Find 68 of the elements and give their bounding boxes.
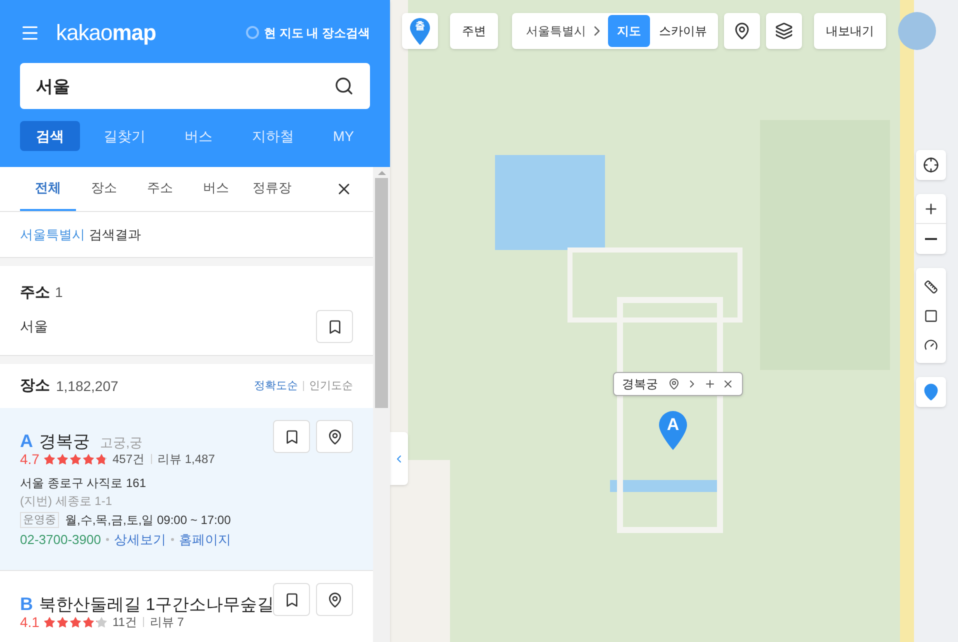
scrollbar-thumb[interactable]	[375, 178, 388, 408]
section-title: 주소	[20, 283, 50, 303]
section-title: 장소	[20, 376, 50, 396]
locate-button[interactable]	[916, 150, 946, 180]
locate-icon	[923, 157, 939, 173]
scrollbar[interactable]	[373, 167, 390, 642]
result-label: 검색결과	[89, 226, 141, 244]
bookmark-icon	[284, 592, 300, 608]
add-place-button[interactable]	[916, 377, 946, 407]
filter-tab[interactable]: 전체	[20, 167, 76, 211]
plus-icon	[923, 200, 939, 216]
section-count: 1,182,207	[56, 376, 118, 396]
roadview-button[interactable]	[724, 13, 760, 49]
pin-icon	[733, 22, 751, 40]
sort-option[interactable]: 정확도순	[254, 378, 298, 394]
place-marker: A	[20, 430, 33, 453]
main-tab[interactable]: 검색	[20, 121, 80, 151]
layers-button[interactable]	[766, 13, 802, 49]
search-icon[interactable]	[334, 76, 354, 96]
place-link[interactable]: 홈페이지	[178, 530, 231, 550]
place-category: 고궁,궁	[100, 434, 143, 452]
bookmark-icon	[284, 428, 300, 444]
ruler-icon	[924, 280, 938, 294]
place-item[interactable]: B 북한산둘레길 1구간소나무숲길 4.1 11건 리뷰 7	[0, 571, 373, 642]
rating-score: 4.1	[20, 613, 40, 632]
place-link[interactable]: 상세보기	[114, 530, 166, 550]
nearby-button[interactable]: 주변	[450, 13, 498, 49]
layers-icon	[775, 22, 793, 40]
section-count: 1	[55, 283, 63, 302]
square-icon	[924, 308, 938, 322]
gauge-icon	[924, 338, 938, 352]
minus-icon	[925, 238, 937, 240]
pin-icon	[922, 383, 940, 401]
rating-count: 457건	[112, 451, 144, 468]
pin-icon	[326, 428, 342, 444]
departure-pin: 출	[409, 17, 431, 45]
filter-tab[interactable]: 장소	[76, 167, 132, 211]
address-item[interactable]: 서울	[20, 316, 48, 337]
sort-option[interactable]: 인기도순	[309, 378, 353, 394]
region-breadcrumb[interactable]: 서울특별시	[526, 22, 586, 40]
roadview-button[interactable]	[316, 420, 353, 453]
rating-score: 4.7	[20, 450, 40, 468]
place-item[interactable]: A 경복궁 고궁,궁 4.7 457건 리뷰 1,487 서울 종로구 사직로 161 (지번) 세종로 1-1 운영중 월,수,목,금,토,일 09:00 ~ 17:00 02-3700-3900 상세보기 홈페이지	[0, 408, 373, 571]
roadview-button[interactable]	[316, 583, 353, 616]
bookmark-button[interactable]	[273, 420, 310, 453]
search-field[interactable]: 서울	[20, 63, 370, 109]
result-region[interactable]: 서울특별시	[20, 224, 85, 244]
map-view-tab[interactable]: 스카이뷰	[650, 15, 716, 47]
close-icon[interactable]	[722, 378, 734, 390]
bookmark-button[interactable]	[316, 310, 353, 343]
popup-title: 경복궁	[622, 376, 658, 393]
status-badge: 운영중	[20, 512, 59, 528]
plus-icon[interactable]	[704, 378, 716, 390]
place-name[interactable]: 경복궁	[39, 429, 90, 454]
export-button[interactable]: 내보내기	[814, 13, 886, 49]
place-address: 서울 종로구 사직로 161	[20, 476, 148, 491]
place-marker: B	[20, 593, 33, 616]
bookmark-button[interactable]	[273, 583, 310, 616]
filter-tab[interactable]: 정류장	[244, 167, 300, 211]
lot-address: (지번) 세종로 1-1	[20, 494, 114, 509]
phone-number: 02-3700-3900	[20, 530, 101, 549]
filter-tab[interactable]: 버스	[188, 167, 244, 211]
review-count[interactable]: 리뷰 1,487	[158, 450, 215, 468]
filter-tab[interactable]: 주소	[132, 167, 188, 211]
opening-hours: 월,수,목,금,토,일 09:00 ~ 17:00	[65, 512, 231, 529]
pin-icon[interactable]	[668, 378, 680, 390]
bookmark-icon	[326, 318, 342, 334]
pin-icon	[326, 592, 342, 608]
